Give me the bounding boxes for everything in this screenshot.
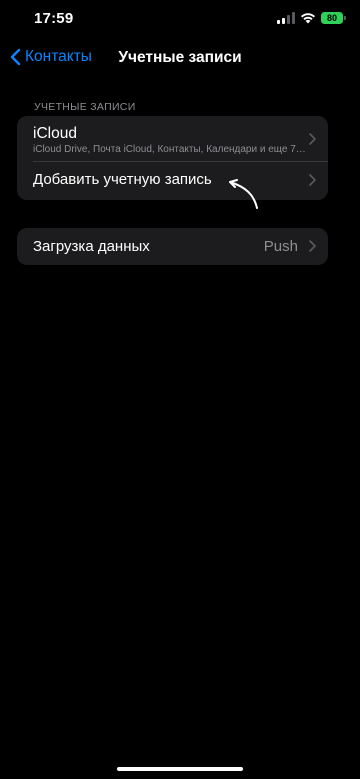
chevron-right-icon [309, 174, 316, 186]
back-button[interactable]: Контакты [10, 48, 92, 66]
icloud-account-row[interactable]: iCloud iCloud Drive, Почта iCloud, Конта… [17, 116, 328, 161]
icloud-row-subtitle: iCloud Drive, Почта iCloud, Контакты, Ка… [33, 144, 306, 155]
add-account-label: Добавить учетную запись [33, 171, 212, 188]
home-indicator[interactable] [117, 767, 243, 771]
fetch-data-label: Загрузка данных [33, 238, 150, 255]
status-bar: 17:59 80 [0, 0, 360, 44]
wifi-icon [300, 12, 316, 24]
cellular-signal-icon [277, 12, 295, 24]
fetch-data-value: Push [263, 238, 298, 255]
chevron-right-icon [309, 133, 316, 145]
icloud-row-title: iCloud [33, 125, 77, 142]
battery-level: 80 [321, 12, 343, 24]
chevron-left-icon [10, 48, 21, 66]
status-icons: 80 [277, 12, 346, 24]
annotation-arrow-icon [224, 175, 262, 218]
add-account-row[interactable]: Добавить учетную запись [17, 161, 328, 200]
navigation-bar: Учетные записи Контакты [0, 44, 360, 74]
fetch-new-data-row[interactable]: Загрузка данных Push [17, 228, 328, 265]
back-button-label: Контакты [25, 48, 92, 65]
chevron-right-icon [309, 240, 316, 252]
accounts-group: iCloud iCloud Drive, Почта iCloud, Конта… [17, 116, 328, 200]
accounts-section-header: УЧЕТНЫЕ ЗАПИСИ [34, 101, 136, 113]
battery-icon: 80 [321, 12, 346, 24]
fetch-data-group: Загрузка данных Push [17, 228, 328, 265]
status-time: 17:59 [34, 10, 74, 27]
